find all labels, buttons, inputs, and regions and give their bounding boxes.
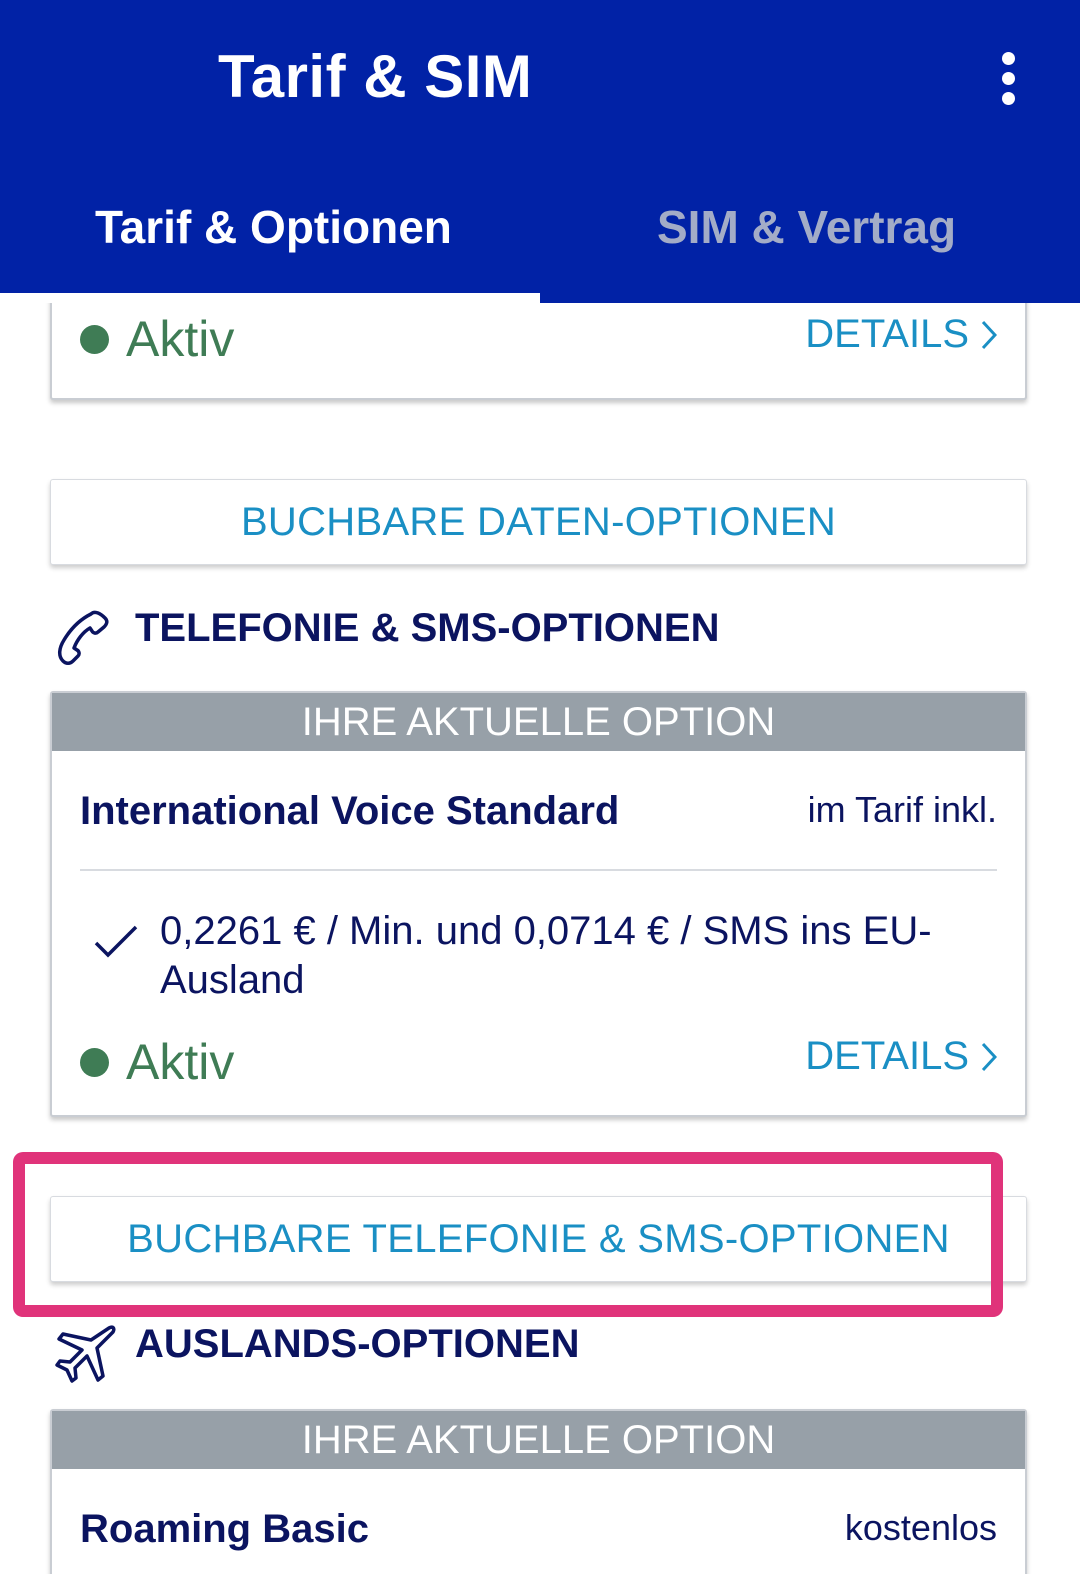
status-label: Aktiv [126,311,235,367]
details-label: DETAILS [805,312,969,356]
app-bar: Tarif & SIM Tarif & Optionen SIM & Vertr… [0,0,1080,303]
phone-icon [58,610,109,665]
option-name: International Voice Standard [80,789,620,833]
option-price: kostenlos [844,1507,997,1548]
details-label: DETAILS [805,1034,969,1078]
bookable-data-options-button[interactable]: BUCHBARE DATEN-OPTIONEN [50,479,1027,565]
status-badge: Aktiv [80,1033,234,1091]
option-name: Roaming Basic [80,1507,369,1551]
chevron-right-icon [981,1042,997,1071]
current-option-header: IHRE AKTUELLE OPTION [52,1411,1025,1469]
feature-item: 0,2261 € / Min. und 0,0714 € / SMS ins E… [92,907,932,1005]
abroad-heading: AUSLANDS-OPTIONEN [135,1322,580,1366]
option-price: im Tarif inkl. [807,789,997,830]
telephony-section-header: TELEFONIE & SMS-OPTIONEN [55,606,719,666]
page-title: Tarif & SIM [218,43,533,110]
status-label: Aktiv [126,1034,235,1090]
more-vertical-icon[interactable] [990,48,1030,108]
highlight-annotation [13,1152,1003,1317]
tab-sim-vertrag[interactable]: SIM & Vertrag [657,200,956,254]
details-link[interactable]: DETAILS [805,312,997,357]
airplane-icon [55,1325,116,1383]
divider [80,869,997,871]
details-link[interactable]: DETAILS [805,1034,997,1079]
feature-text: 0,2261 € / Min. und 0,0714 € / SMS ins E… [160,909,932,1002]
abroad-option-card: IHRE AKTUELLE OPTION Roaming Basic koste… [50,1409,1027,1574]
status-badge: Aktiv [80,310,234,368]
status-dot [80,1047,109,1077]
tab-tarif-optionen[interactable]: Tarif & Optionen [95,200,452,254]
current-option-header: IHRE AKTUELLE OPTION [52,693,1025,751]
status-dot [80,324,109,354]
telephony-heading: TELEFONIE & SMS-OPTIONEN [135,606,720,650]
data-option-card: Aktiv DETAILS [50,290,1027,400]
tab-indicator [0,293,540,303]
checkmark-icon [94,925,138,958]
telephony-option-card: IHRE AKTUELLE OPTION International Voice… [50,691,1027,1117]
abroad-section-header: AUSLANDS-OPTIONEN [55,1322,579,1384]
chevron-right-icon [981,320,997,349]
